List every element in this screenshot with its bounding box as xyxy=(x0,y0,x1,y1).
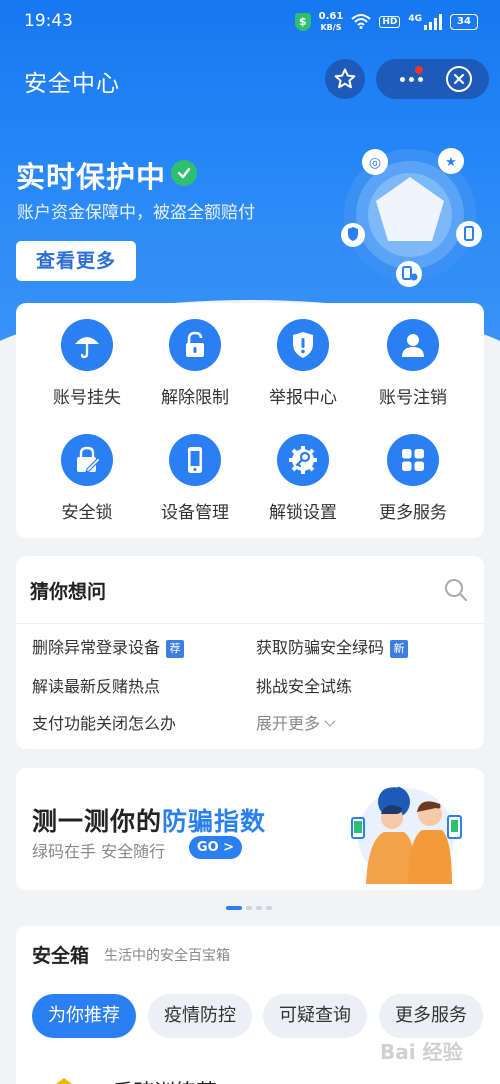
question-item[interactable]: 获取防骗安全绿码新 xyxy=(256,634,409,658)
chevron-down-icon xyxy=(324,715,336,727)
star-icon xyxy=(334,68,356,89)
service-report-center[interactable]: 举报中心 xyxy=(248,319,358,408)
guess-title: 猜你想问 xyxy=(30,581,107,603)
chip-epidemic[interactable]: 疫情防控 xyxy=(148,994,252,1038)
close-button[interactable] xyxy=(446,66,472,92)
favorite-button[interactable] xyxy=(325,59,365,99)
service-lift-restriction[interactable]: 解除限制 xyxy=(140,319,250,408)
watermark-logo: Bai 经验 xyxy=(380,1040,463,1064)
notification-dot xyxy=(413,64,425,76)
question-item[interactable]: 解读最新反赌热点 xyxy=(32,673,160,697)
chip-suspicious-query[interactable]: 可疑查询 xyxy=(263,994,367,1038)
lock-pen-icon xyxy=(61,434,113,486)
service-label: 解锁设置 xyxy=(269,503,337,523)
unlock-icon xyxy=(169,319,221,371)
svg-text:◎: ◎ xyxy=(369,155,381,171)
go-button[interactable]: GO > xyxy=(189,836,242,859)
people-illustration xyxy=(351,784,462,884)
wifi-icon xyxy=(351,13,371,32)
service-label: 解除限制 xyxy=(161,388,229,408)
protection-subtitle: 账户资金保障中，被盗全额赔付 xyxy=(17,203,255,223)
status-bar: 19:43 $ 0.61 KB/S HD 4G 34 xyxy=(0,0,500,44)
hd-badge: HD xyxy=(379,16,401,28)
protection-shield-graphic: ◎ ★ xyxy=(341,148,482,287)
expand-more-link[interactable]: 展开更多 xyxy=(256,710,336,734)
gear-key-icon xyxy=(277,434,329,486)
question-item[interactable]: 挑战安全试练 xyxy=(256,673,352,697)
service-label: 举报中心 xyxy=(269,388,337,408)
service-label: 设备管理 xyxy=(161,503,229,523)
chip-more-services[interactable]: 更多服务 xyxy=(379,994,483,1038)
safe-box-title: 安全箱 xyxy=(32,945,90,967)
phone-icon xyxy=(169,434,221,486)
title-bar: 安全中心 xyxy=(0,56,500,100)
battery-icon: 34 xyxy=(450,14,478,30)
recommend-badge: 荐 xyxy=(166,640,185,658)
service-more[interactable]: 更多服务 xyxy=(358,434,468,523)
status-time: 19:43 xyxy=(24,11,73,31)
question-item[interactable]: 删除异常登录设备荐 xyxy=(32,634,185,658)
service-account-cancel[interactable]: 账号注销 xyxy=(358,319,468,408)
banner-subtitle: 绿码在手 安全随行 xyxy=(32,842,166,861)
protection-status: 实时保护中 xyxy=(16,160,167,194)
user-icon xyxy=(387,319,439,371)
service-label: 更多服务 xyxy=(379,503,447,523)
view-more-button[interactable]: 查看更多 xyxy=(16,241,136,281)
service-device-management[interactable]: 设备管理 xyxy=(140,434,250,523)
umbrella-icon xyxy=(61,319,113,371)
guess-card: 猜你想问 删除异常登录设备荐 获取防骗安全绿码新 解读最新反赌热点 挑战安全试练… xyxy=(16,556,484,749)
security-shield-icon: $ xyxy=(294,13,311,31)
question-item[interactable]: 支付功能关闭怎么办 xyxy=(32,710,176,734)
safe-box-subtitle: 生活中的安全百宝箱 xyxy=(104,948,230,964)
training-camp-title[interactable]: 反赌训练营 xyxy=(112,1076,217,1084)
check-icon xyxy=(171,160,197,186)
grid-icon xyxy=(387,434,439,486)
service-account-loss[interactable]: 账号挂失 xyxy=(32,319,142,408)
service-label: 账号注销 xyxy=(379,388,447,408)
divider xyxy=(16,623,484,624)
service-unlock-settings[interactable]: 解锁设置 xyxy=(248,434,358,523)
services-card: 账号挂失 解除限制 举报中心 账号注销 安全锁 设备管理 解锁设置 更多服务 xyxy=(16,303,484,538)
report-shield-icon xyxy=(277,319,329,371)
service-label: 账号挂失 xyxy=(53,388,121,408)
network-speed: 0.61 KB/S xyxy=(318,11,344,32)
anti-fraud-banner[interactable]: 测一测你的防骗指数 绿码在手 安全随行 GO > xyxy=(16,768,484,890)
banner-title: 测一测你的防骗指数 xyxy=(32,807,267,836)
service-label: 安全锁 xyxy=(61,503,113,523)
mini-program-capsule xyxy=(376,59,489,99)
page-title: 安全中心 xyxy=(24,71,120,97)
chip-recommended[interactable]: 为你推荐 xyxy=(32,994,136,1038)
banner-pagination xyxy=(226,906,272,910)
training-camp-icon xyxy=(56,1078,72,1084)
service-security-lock[interactable]: 安全锁 xyxy=(32,434,142,523)
svg-text:★: ★ xyxy=(445,155,457,170)
new-badge: 新 xyxy=(390,640,409,658)
signal-icon: 4G xyxy=(408,14,442,30)
close-icon xyxy=(453,73,465,85)
search-icon[interactable] xyxy=(443,577,469,603)
